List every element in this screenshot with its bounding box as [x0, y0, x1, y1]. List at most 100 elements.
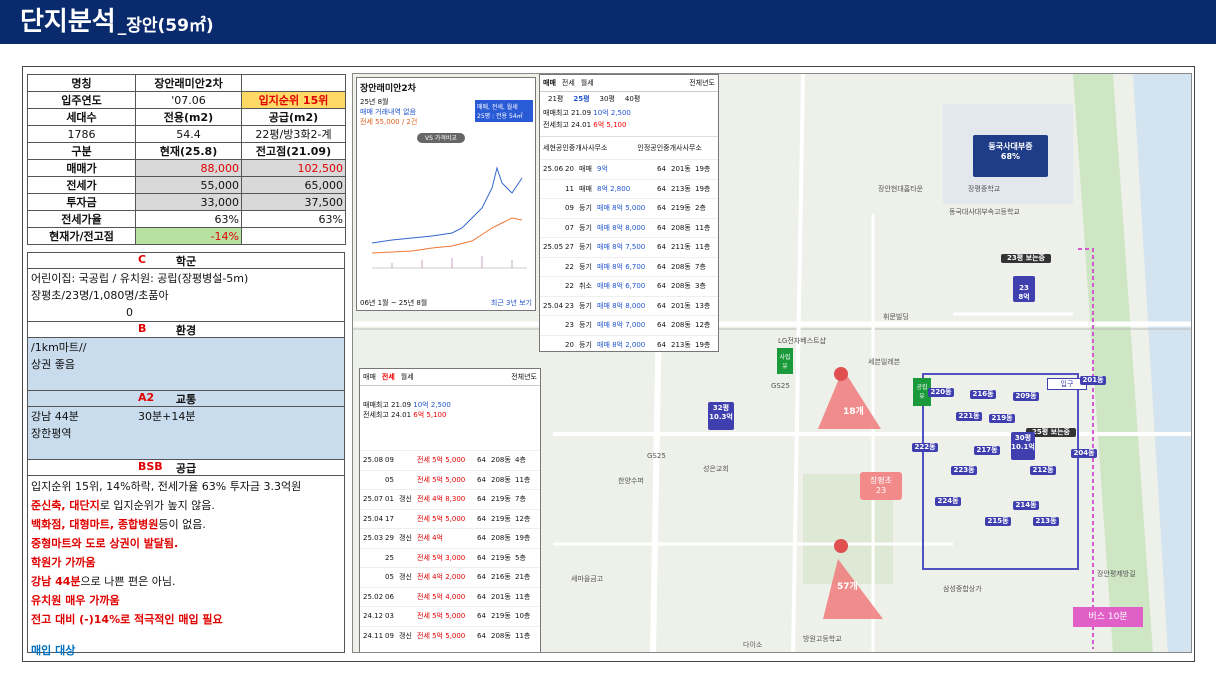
cell: 11층 [515, 631, 531, 640]
unit-marker[interactable]: 32평 10.3억 [708, 402, 734, 430]
building-label[interactable]: 224동 [935, 497, 961, 506]
text-line: 상권 좋음 [31, 358, 75, 371]
grade: BSB [138, 460, 163, 473]
grade: A2 [138, 391, 155, 404]
cell: 09 [385, 631, 394, 640]
cell: 갱신 [399, 573, 412, 582]
table-row[interactable]: 22 취소 매매 8억 6,700 64 208동 3층 [540, 276, 718, 296]
cell: 05 [385, 475, 394, 484]
cell: 219동 [491, 612, 511, 621]
building-label[interactable]: 213동 [1033, 517, 1059, 526]
building-label[interactable]: 201동 [1080, 376, 1106, 385]
cell: 88,000 [135, 159, 242, 177]
table-row[interactable]: 25.04 23 등기 매매 8억 8,000 64 201동 13층 [540, 295, 718, 316]
price-chart [371, 166, 527, 269]
tab-monthly[interactable]: 월세 [581, 78, 594, 88]
cell: 17 [385, 514, 394, 523]
table-row[interactable]: 09 등기 매매 8억 5,000 64 219동 2층 [540, 198, 718, 218]
elementary-school-marker[interactable]: 장평초 23 [860, 472, 902, 500]
school-marker[interactable]: 동국사대부중 68% [973, 135, 1048, 177]
table-row: 현재가/전고점 -14% [27, 227, 346, 245]
cell: 208동 [491, 631, 511, 640]
size-tab[interactable]: 30평 [600, 94, 615, 104]
building-label[interactable]: 204동 [1071, 449, 1097, 458]
filter-select[interactable]: 매매, 전세, 월세 25평 : 전용 54㎡ [475, 100, 533, 122]
kindergarten-marker[interactable]: 사립 유 [777, 348, 793, 374]
table-row[interactable]: 25.08 09 전세 5억 5,000 64 208동 4층 [360, 450, 540, 470]
building-label[interactable]: 214동 [1013, 501, 1039, 510]
year-select[interactable]: 전체년도 [511, 372, 537, 382]
building-label[interactable]: 215동 [985, 517, 1011, 526]
year-select[interactable]: 전체년도 [689, 78, 715, 88]
tab-sale[interactable]: 매매 [363, 372, 376, 382]
map-view[interactable]: 동국사대부중 68% 23평 보는중 23 8억 32평 10.3억 25평 보는중… [352, 73, 1192, 653]
recent-link[interactable]: 최근 3년 보기 [491, 298, 532, 308]
cell: 201동 [671, 165, 691, 174]
cell: 64 [477, 553, 486, 562]
cell: 11층 [515, 592, 531, 601]
bus-label: 버스 10분 [1073, 607, 1143, 627]
cell: 208동 [671, 262, 691, 271]
table-row[interactable]: 22 등기 매매 8억 6,700 64 208동 7층 [540, 256, 718, 277]
tab-sale[interactable]: 매매 [543, 78, 556, 88]
trade-popup-jeonse[interactable]: 매매 전세 월세 전체년도 매매최고 21.09 10억 2,500 전세최고 … [359, 368, 541, 652]
high-value: 10억 2,500 [593, 109, 631, 117]
table-row: 구분 현재(25.8) 전고점(21.09) [27, 142, 346, 160]
trade-popup-sale[interactable]: 매매 전세 월세 전체년도 21평 25평 30평 40평 매매최고 21.09… [539, 74, 719, 352]
agent[interactable]: 세현공인중개사사무소 [543, 143, 607, 153]
table-row[interactable]: 25.02 06 전세 5억 4,000 64 201동 11층 [360, 586, 540, 607]
building-label[interactable]: 219동 [989, 414, 1015, 423]
unit-marker[interactable]: 23 8억 [1013, 276, 1035, 302]
agent[interactable]: 인정공인중개사사무소 [637, 143, 701, 153]
tab-jeonse[interactable]: 전세 [382, 372, 395, 382]
compare-button[interactable]: VS 가격비교 [417, 133, 465, 143]
building-label[interactable]: 222동 [912, 443, 938, 452]
building-label[interactable]: 209동 [1013, 392, 1039, 401]
table-row[interactable]: 25.03 29 갱신 전세 4억 64 208동 19층 [360, 528, 540, 548]
cell: 64 [657, 243, 666, 252]
cell: 명칭 [27, 74, 136, 92]
size-tab[interactable]: 40평 [625, 94, 640, 104]
cell: 취소 [579, 282, 592, 291]
table-row[interactable]: 11 매매 8억 2,800 64 213동 19층 [540, 178, 718, 199]
text-line: 으로 나쁜 편은 아님. [80, 575, 176, 588]
cell: 201동 [491, 592, 511, 601]
building-label[interactable]: 220동 [928, 388, 954, 397]
price-chart-popup[interactable]: 장안래미안2차 25년 8월 매매 거래내역 없음 전세 55,000 / 2건… [356, 77, 536, 311]
cell: 37,500 [241, 193, 346, 211]
table-row[interactable]: 25.06 20 매매 9억 64 201동 19층 [540, 159, 718, 179]
cell: 64 [477, 475, 486, 484]
building-label[interactable]: 221동 [956, 412, 982, 421]
unit-marker[interactable]: 30평 10.1억 [1011, 432, 1035, 460]
table-row[interactable]: 05 전세 5억 5,000 64 208동 11층 [360, 469, 540, 490]
text-line: 입지순위 15위, 14%하락, 전세가율 63% 투자금 3.3억원 [31, 480, 302, 493]
cell: 매매 8억 7,000 [597, 321, 646, 330]
table-row[interactable]: 07 등기 매매 8억 8,000 64 208동 11층 [540, 217, 718, 238]
unit-bubble[interactable]: 23평 보는중 [1001, 254, 1051, 263]
place-label: 다이소 [743, 641, 763, 649]
building-label[interactable]: 216동 [970, 390, 996, 399]
table-row[interactable]: 25.05 27 등기 매매 8억 7,500 64 211동 11층 [540, 237, 718, 257]
cell: 64 [477, 612, 486, 621]
size-tab[interactable]: 21평 [548, 94, 563, 104]
cell: 25.08 [363, 456, 384, 465]
table-row[interactable]: 24.11 09 갱신 전세 5억 5,000 64 208동 11층 [360, 625, 540, 646]
cell: 64 [477, 592, 486, 601]
cell: 20 [565, 165, 574, 174]
building-label[interactable]: 212동 [1030, 466, 1056, 475]
table-row[interactable]: 25.04 17 전세 5억 5,000 64 219동 12층 [360, 508, 540, 529]
cell: 11층 [695, 243, 711, 252]
tab-jeonse[interactable]: 전세 [562, 78, 575, 88]
table-row[interactable]: 25 전세 5억 3,000 64 219동 5층 [360, 547, 540, 568]
tab-monthly[interactable]: 월세 [401, 372, 414, 382]
table-row[interactable]: 05 갱신 전세 4억 2,000 64 216동 21층 [360, 567, 540, 587]
building-label[interactable]: 217동 [974, 446, 1000, 455]
table-row[interactable]: 24.12 03 전세 5억 5,000 64 219동 10층 [360, 606, 540, 626]
cell: 등기 [579, 204, 592, 213]
table-row[interactable]: 20 등기 매매 8억 2,000 64 213동 19층 [540, 334, 718, 352]
table-row[interactable]: 25.07 01 갱신 전세 4억 8,300 64 219동 7층 [360, 489, 540, 509]
cell: 09 [565, 204, 574, 213]
building-label[interactable]: 223동 [951, 466, 977, 475]
table-row[interactable]: 23 등기 매매 8억 7,000 64 208동 12층 [540, 315, 718, 335]
size-tab[interactable]: 25평 [573, 94, 589, 104]
